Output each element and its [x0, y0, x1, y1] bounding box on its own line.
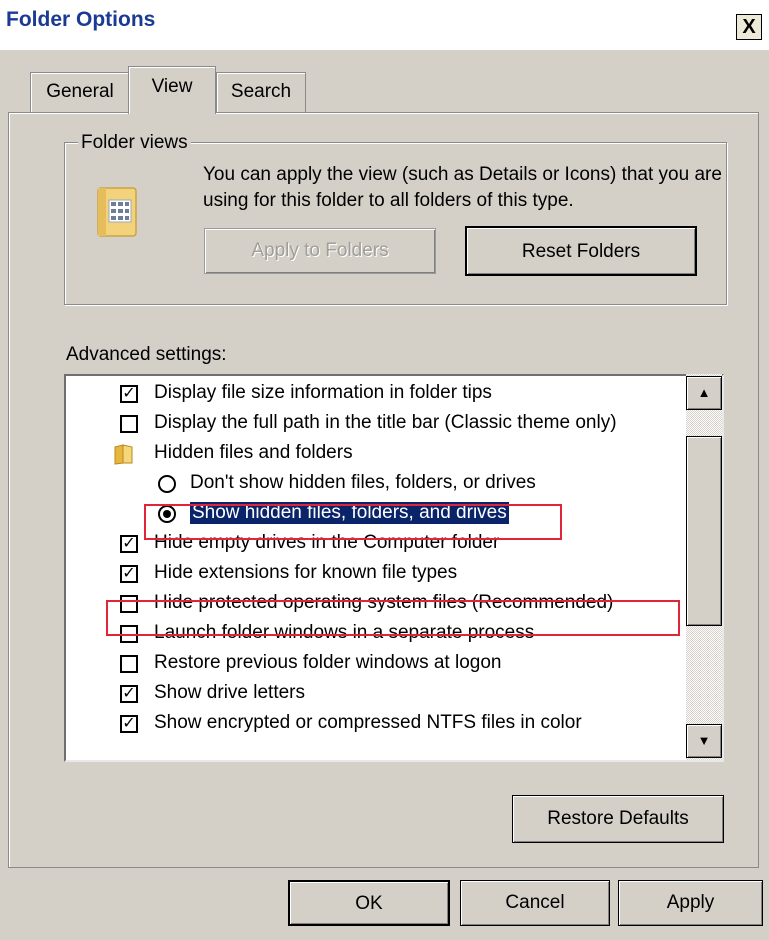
list-item-label: Hide protected operating system files (R…	[154, 592, 614, 613]
checkbox[interactable]	[120, 625, 138, 643]
apply-to-folders-label: Apply to Folders	[251, 240, 389, 261]
list-item[interactable]: Don't show hidden files, folders, or dri…	[66, 469, 686, 499]
tab-view[interactable]: View	[128, 66, 216, 114]
list-item-label: Hidden files and folders	[154, 442, 353, 463]
list-item[interactable]: Restore previous folder windows at logon	[66, 649, 686, 679]
list-item-label: Show drive letters	[154, 682, 306, 703]
close-button[interactable]: X	[736, 14, 762, 40]
title-bar: Folder Options X	[0, 0, 769, 50]
list-item[interactable]: Hidden files and folders	[66, 439, 686, 469]
list-item-label: Hide extensions for known file types	[154, 562, 458, 583]
list-item[interactable]: Show hidden files, folders, and drives	[66, 499, 686, 529]
checkbox[interactable]: ✓	[120, 565, 138, 583]
cancel-button[interactable]: Cancel	[460, 880, 610, 926]
list-item-label: Show encrypted or compressed NTFS files …	[154, 712, 582, 733]
folder-view-icon	[94, 182, 144, 242]
list-item-label: Restore previous folder windows at logon	[154, 652, 502, 673]
scroll-thumb[interactable]	[686, 436, 722, 626]
checkbox[interactable]	[120, 595, 138, 613]
list-item[interactable]: ✓ Show drive letters	[66, 679, 686, 709]
tab-view-label: View	[151, 76, 193, 97]
scroll-up-button[interactable]: ▲	[686, 376, 722, 410]
checkbox[interactable]: ✓	[120, 685, 138, 703]
scroll-down-button[interactable]: ▼	[686, 724, 722, 758]
restore-defaults-label: Restore Defaults	[547, 808, 689, 829]
apply-button[interactable]: Apply	[618, 880, 763, 926]
window-title: Folder Options	[6, 8, 156, 31]
tab-general-label: General	[46, 81, 114, 102]
list-item[interactable]: ✓ Hide empty drives in the Computer fold…	[66, 529, 686, 559]
tab-search[interactable]: Search	[216, 72, 306, 112]
checkbox[interactable]: ✓	[120, 715, 138, 733]
list-item-label: Don't show hidden files, folders, or dri…	[190, 472, 536, 493]
list-item[interactable]: Launch folder windows in a separate proc…	[66, 619, 686, 649]
cancel-label: Cancel	[505, 892, 565, 913]
list-item[interactable]: ✓ Display file size information in folde…	[66, 379, 686, 409]
advanced-settings-list[interactable]: ✓ Display file size information in folde…	[64, 374, 724, 762]
vertical-scrollbar[interactable]: ▲ ▼	[686, 374, 722, 760]
list-item-label: Display file size information in folder …	[154, 382, 492, 403]
arrow-up-icon: ▲	[697, 385, 711, 400]
tab-general[interactable]: General	[30, 72, 130, 112]
checkbox[interactable]: ✓	[120, 535, 138, 553]
folder-icon	[112, 442, 136, 466]
advanced-settings-label: Advanced settings:	[66, 344, 227, 365]
checkbox[interactable]	[120, 415, 138, 433]
close-icon: X	[742, 16, 756, 38]
tab-search-label: Search	[230, 81, 292, 102]
apply-to-folders-button[interactable]: Apply to Folders	[204, 228, 436, 274]
list-item[interactable]: ✓ Hide extensions for known file types	[66, 559, 686, 589]
reset-folders-label: Reset Folders	[521, 241, 641, 262]
folder-views-description: You can apply the view (such as Details …	[203, 164, 722, 211]
list-item-label: Display the full path in the title bar (…	[154, 412, 617, 433]
ok-button[interactable]: OK	[288, 880, 450, 926]
list-item-label: Show hidden files, folders, and drives	[190, 502, 509, 524]
checkbox[interactable]: ✓	[120, 385, 138, 403]
apply-label: Apply	[666, 892, 715, 913]
list-item-label: Hide empty drives in the Computer folder	[154, 532, 500, 553]
radio-button[interactable]	[158, 505, 176, 523]
restore-defaults-button[interactable]: Restore Defaults	[512, 795, 724, 843]
ok-label: OK	[355, 893, 383, 914]
reset-folders-button[interactable]: Reset Folders	[465, 226, 697, 276]
arrow-down-icon: ▼	[697, 733, 711, 748]
radio-button[interactable]	[158, 475, 176, 493]
list-item-label: Launch folder windows in a separate proc…	[154, 622, 535, 643]
checkbox[interactable]	[120, 655, 138, 673]
list-item[interactable]: ✓ Show encrypted or compressed NTFS file…	[66, 709, 686, 739]
list-item[interactable]: Hide protected operating system files (R…	[66, 589, 686, 619]
folder-views-legend: Folder views	[78, 132, 191, 154]
list-item[interactable]: Display the full path in the title bar (…	[66, 409, 686, 439]
